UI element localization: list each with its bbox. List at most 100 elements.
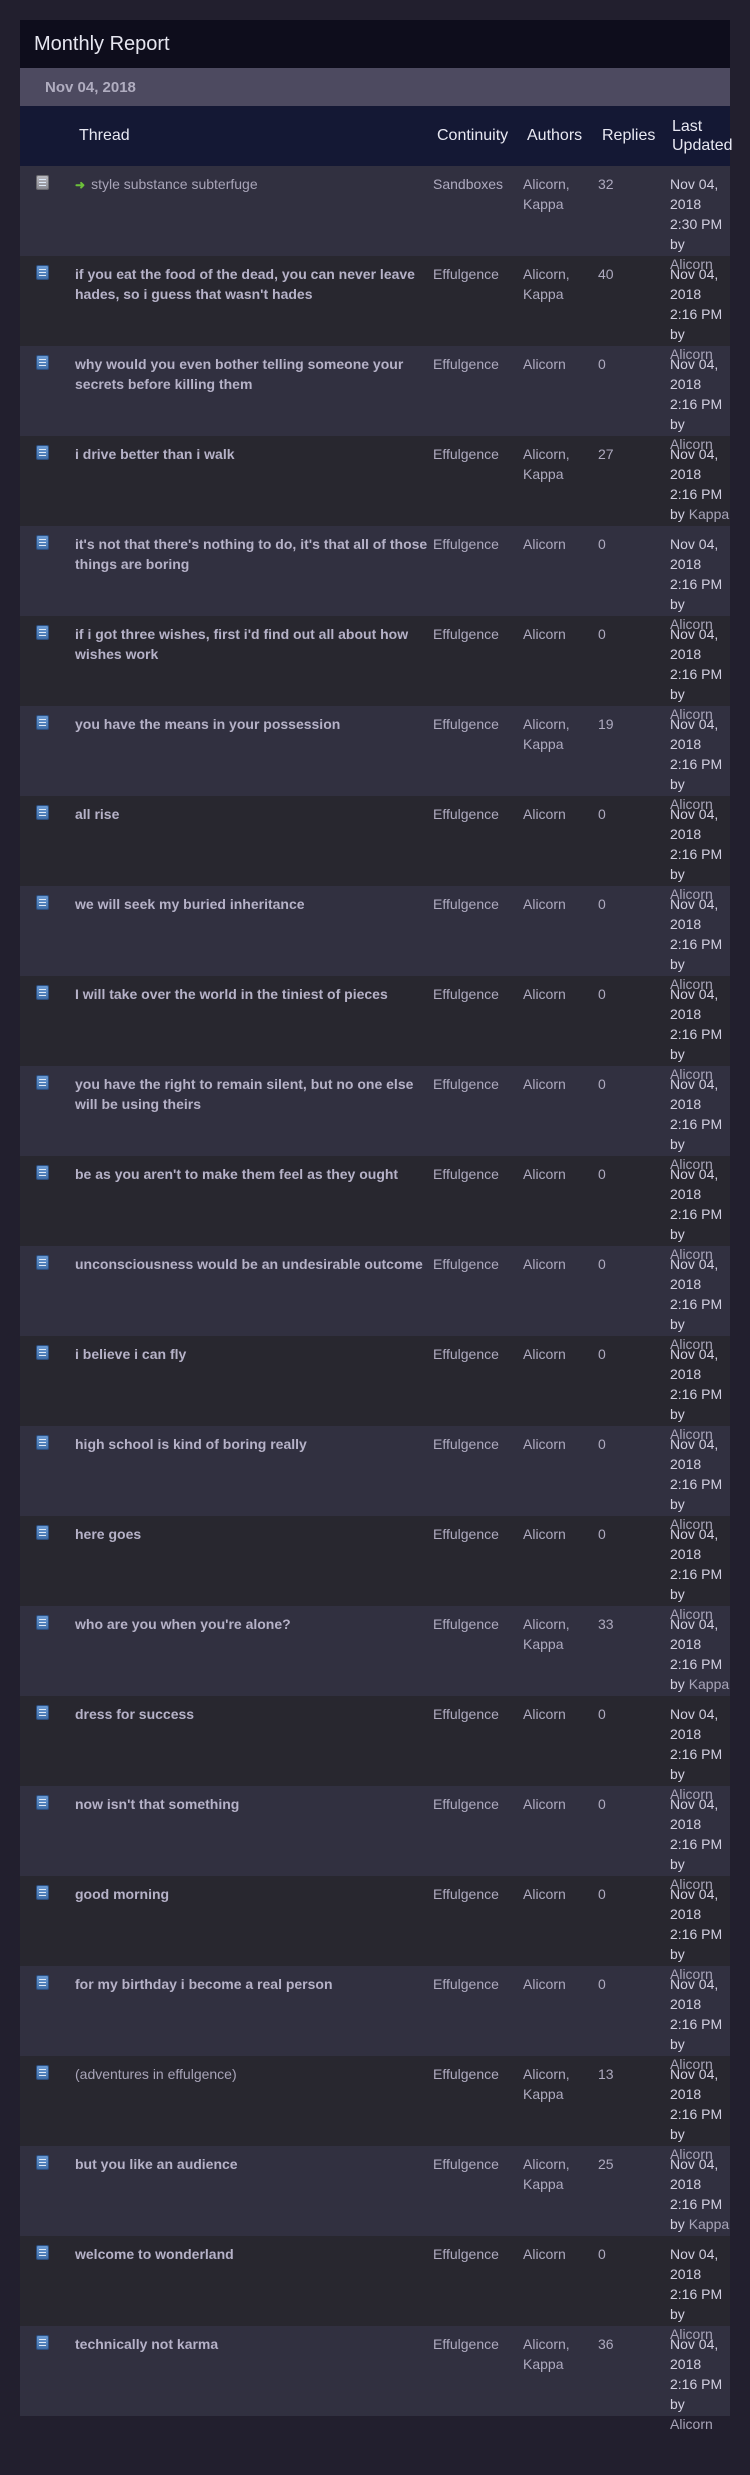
updated-by-user[interactable]: Kappa (689, 506, 729, 522)
thread-link[interactable]: you have the right to remain silent, but… (75, 1076, 413, 1112)
thread-column-header[interactable]: Thread (60, 127, 430, 145)
thread-link[interactable]: welcome to wonderland (75, 2246, 234, 2262)
continuity-cell[interactable]: Effulgence (430, 984, 520, 1004)
continuity-cell[interactable]: Effulgence (430, 534, 520, 554)
updated-timestamp: Nov 04, 2018 2:16 PM by (670, 986, 723, 1062)
continuity-column-header[interactable]: Continuity (430, 127, 520, 145)
continuity-cell[interactable]: Effulgence (430, 2064, 520, 2084)
thread-link[interactable]: unconsciousness would be an undesirable … (75, 1256, 423, 1272)
thread-link[interactable]: good morning (75, 1886, 169, 1902)
thread-link[interactable]: if i got three wishes, first i'd find ou… (75, 626, 408, 662)
thread-cell: it's not that there's nothing to do, it'… (60, 534, 430, 574)
last-updated-cell: Nov 04, 2018 2:16 PM by Alicorn (667, 894, 730, 994)
doc-icon (36, 1976, 48, 1989)
continuity-cell[interactable]: Effulgence (430, 444, 520, 464)
thread-link[interactable]: (adventures in effulgence) (75, 2066, 237, 2082)
replies-cell: 33 (598, 1616, 614, 1632)
continuity-cell[interactable]: Effulgence (430, 354, 520, 374)
thread-link[interactable]: we will seek my buried inheritance (75, 896, 305, 912)
continuity-cell[interactable]: Effulgence (430, 624, 520, 644)
continuity-cell[interactable]: Effulgence (430, 1884, 520, 1904)
continuity-cell[interactable]: Effulgence (430, 804, 520, 824)
continuity-cell[interactable]: Effulgence (430, 2154, 520, 2174)
continuity-cell[interactable]: Effulgence (430, 264, 520, 284)
thread-link[interactable]: now isn't that something (75, 1796, 239, 1812)
table-row: be as you aren't to make them feel as th… (20, 1156, 730, 1262)
thread-status-cell (20, 264, 60, 279)
thread-link[interactable]: I will take over the world in the tinies… (75, 986, 388, 1002)
replies-cell: 0 (598, 1796, 606, 1812)
thread-link[interactable]: high school is kind of boring really (75, 1436, 307, 1452)
authors-cell: Alicorn (523, 2246, 566, 2262)
thread-link[interactable]: who are you when you're alone? (75, 1616, 291, 1632)
thread-cell: i believe i can fly (60, 1344, 430, 1364)
thread-cell: technically not karma (60, 2334, 430, 2354)
thread-link[interactable]: you have the means in your possession (75, 716, 340, 732)
continuity-cell[interactable]: Effulgence (430, 2334, 520, 2354)
continuity-cell[interactable]: Effulgence (430, 1254, 520, 1274)
thread-cell: who are you when you're alone? (60, 1614, 430, 1634)
last-updated-cell: Nov 04, 2018 2:16 PM by Alicorn (667, 1974, 730, 2074)
replies-cell: 19 (598, 716, 614, 732)
replies-cell: 0 (598, 896, 606, 912)
thread-status-cell (20, 1254, 60, 1269)
continuity-cell[interactable]: Effulgence (430, 1974, 520, 1994)
thread-link[interactable]: style substance subterfuge (91, 176, 258, 192)
thread-link[interactable]: for my birthday i become a real person (75, 1976, 333, 1992)
authors-cell: Alicorn, Kappa (523, 176, 570, 212)
thread-cell: high school is kind of boring really (60, 1434, 430, 1454)
thread-status-cell (20, 1164, 60, 1179)
thread-cell: (adventures in effulgence) (60, 2064, 430, 2084)
continuity-cell[interactable]: Effulgence (430, 1704, 520, 1724)
continuity-cell[interactable]: Effulgence (430, 1614, 520, 1634)
thread-link[interactable]: it's not that there's nothing to do, it'… (75, 536, 427, 572)
doc-icon (36, 1436, 48, 1449)
replies-cell: 27 (598, 446, 614, 462)
table-row: here goes Effulgence Alicorn 0 Nov 04, 2018 … (20, 1516, 730, 1622)
updated-by-user[interactable]: Alicorn (670, 2416, 713, 2432)
replies-cell: 0 (598, 1976, 606, 1992)
continuity-cell[interactable]: Effulgence (430, 1794, 520, 1814)
new-post-arrow-icon[interactable]: ➜ (75, 175, 85, 195)
continuity-cell[interactable]: Effulgence (430, 1434, 520, 1454)
thread-link[interactable]: dress for success (75, 1706, 194, 1722)
continuity-cell[interactable]: Effulgence (430, 1164, 520, 1184)
thread-cell: I will take over the world in the tinies… (60, 984, 430, 1004)
table-row: it's not that there's nothing to do, it'… (20, 526, 730, 632)
table-row: now isn't that something Effulgence Alicor… (20, 1786, 730, 1892)
replies-cell: 40 (598, 266, 614, 282)
thread-link[interactable]: technically not karma (75, 2336, 218, 2352)
thread-link[interactable]: all rise (75, 806, 119, 822)
authors-cell: Alicorn (523, 1796, 566, 1812)
doc-icon (36, 1796, 48, 1809)
last-updated-cell: Nov 04, 2018 2:16 PM by Kappa (667, 1614, 730, 1694)
continuity-cell[interactable]: Effulgence (430, 1344, 520, 1364)
continuity-cell[interactable]: Sandboxes (430, 174, 520, 194)
thread-link[interactable]: i drive better than i walk (75, 446, 235, 462)
last-updated-cell: Nov 04, 2018 2:16 PM by Alicorn (667, 804, 730, 904)
thread-link[interactable]: i believe i can fly (75, 1346, 186, 1362)
thread-link[interactable]: here goes (75, 1526, 141, 1542)
updated-by-user[interactable]: Kappa (689, 1676, 729, 1692)
continuity-cell[interactable]: Effulgence (430, 894, 520, 914)
updated-timestamp: Nov 04, 2018 2:16 PM by (670, 1706, 723, 1782)
continuity-cell[interactable]: Effulgence (430, 1074, 520, 1094)
last-updated-column-header[interactable]: Last Updated (667, 117, 733, 155)
thread-link[interactable]: but you like an audience (75, 2156, 238, 2172)
replies-cell: 0 (598, 1526, 606, 1542)
thread-link[interactable]: be as you aren't to make them feel as th… (75, 1166, 398, 1182)
continuity-cell[interactable]: Effulgence (430, 2244, 520, 2264)
doc-icon (36, 1706, 48, 1719)
replies-column-header[interactable]: Replies (595, 127, 667, 145)
doc-icon (36, 1076, 48, 1089)
doc-icon (36, 626, 48, 639)
thread-status-cell (20, 1434, 60, 1449)
continuity-cell[interactable]: Effulgence (430, 714, 520, 734)
continuity-cell[interactable]: Effulgence (430, 1524, 520, 1544)
thread-cell: unconsciousness would be an undesirable … (60, 1254, 430, 1274)
replies-cell: 0 (598, 2246, 606, 2262)
thread-link[interactable]: why would you even bother telling someon… (75, 356, 403, 392)
updated-by-user[interactable]: Kappa (689, 2216, 729, 2232)
authors-column-header[interactable]: Authors (520, 127, 595, 145)
thread-link[interactable]: if you eat the food of the dead, you can… (75, 266, 415, 302)
